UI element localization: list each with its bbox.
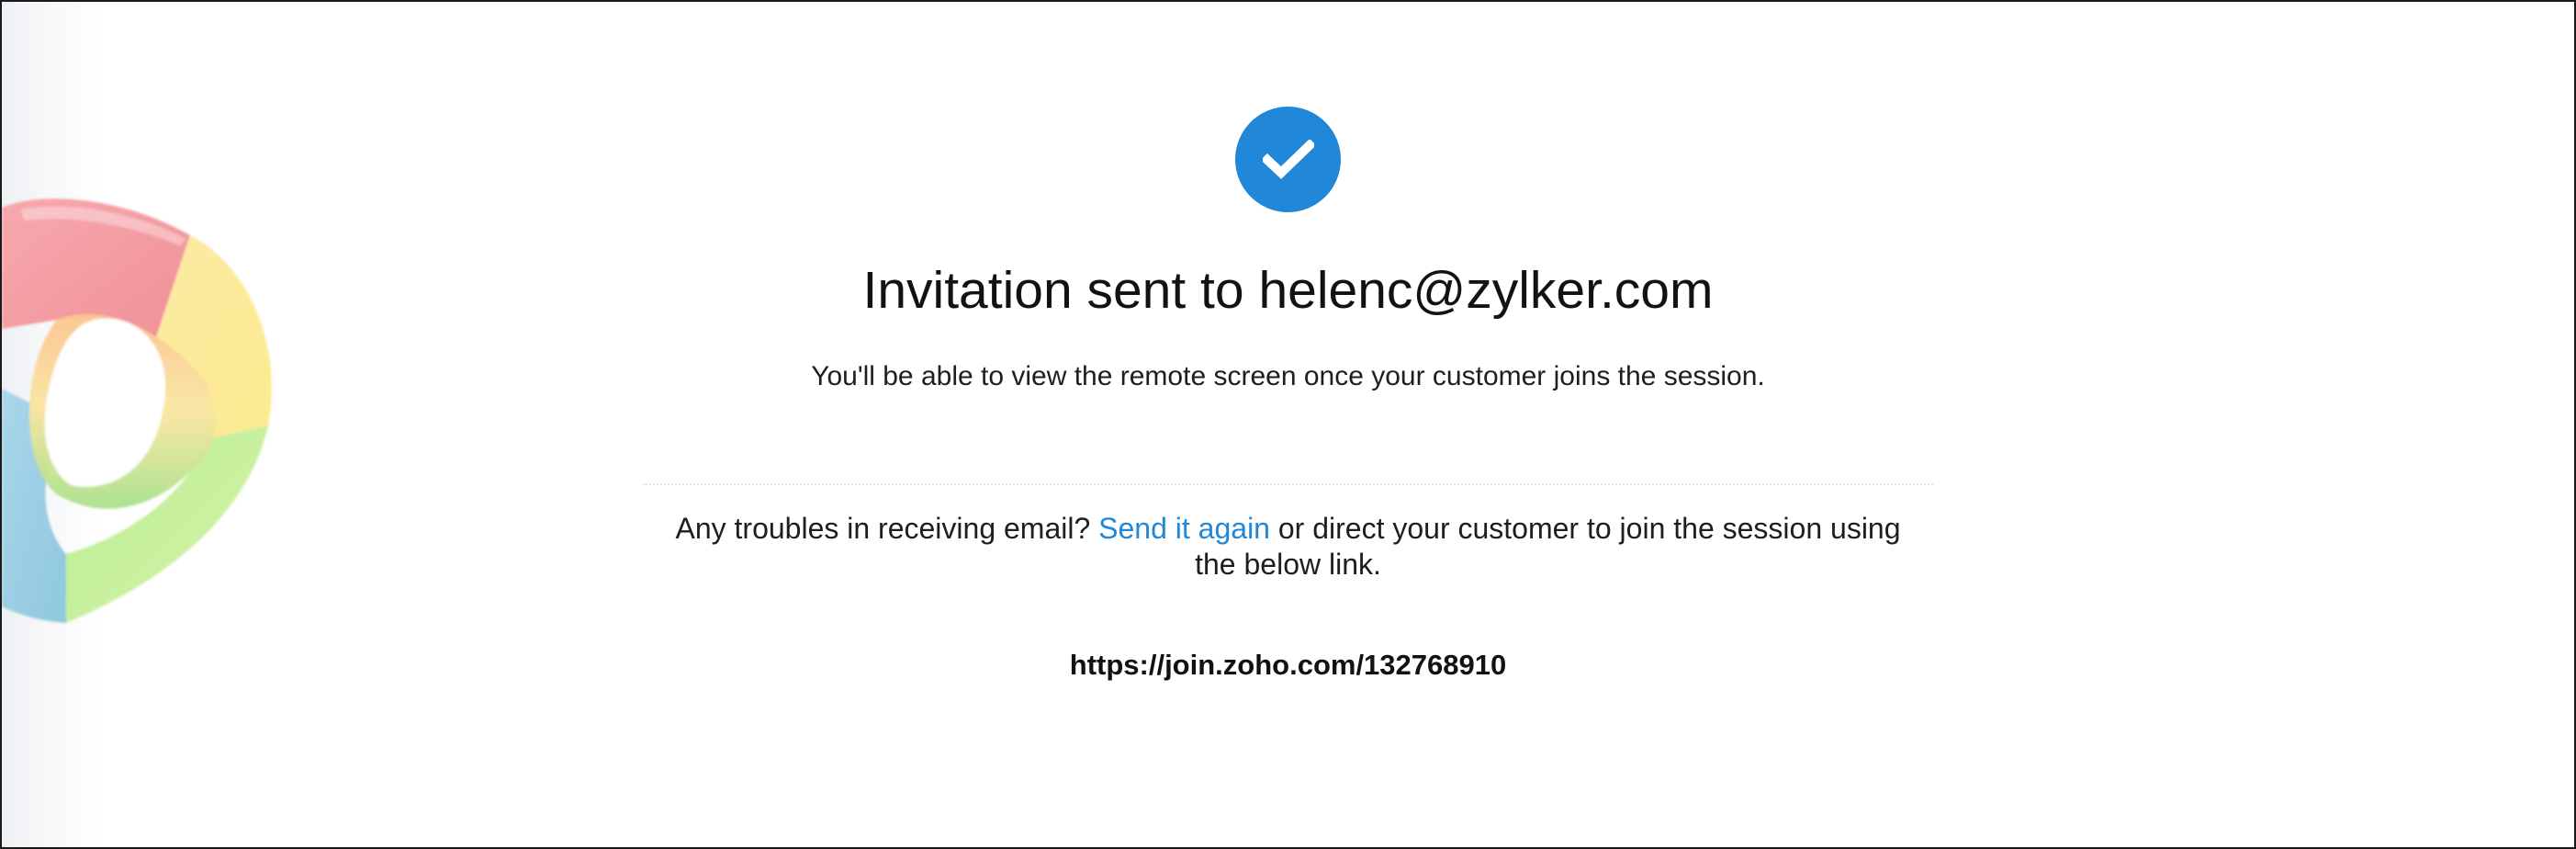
section-divider (643, 483, 1933, 485)
invitation-sent-page: Invitation sent to helenc@zylker.com You… (0, 0, 2576, 849)
troubleshoot-message: Any troubles in receiving email? Send it… (663, 511, 1913, 583)
checkmark-icon (1262, 139, 1314, 179)
troubleshoot-prefix: Any troubles in receiving email? (675, 512, 1099, 545)
session-info-text: You'll be able to view the remote screen… (811, 361, 1765, 391)
success-check-badge (1235, 107, 1341, 212)
invitation-headline: Invitation sent to helenc@zylker.com (2, 255, 2574, 325)
headline-prefix: Invitation sent to (862, 261, 1259, 320)
invitee-email: helenc@zylker.com (1258, 261, 1714, 320)
send-again-link[interactable]: Send it again (1098, 512, 1270, 545)
troubleshoot-suffix: or direct your customer to join the sess… (1195, 512, 1901, 581)
join-session-url[interactable]: https://join.zoho.com/132768910 (2, 645, 2574, 685)
